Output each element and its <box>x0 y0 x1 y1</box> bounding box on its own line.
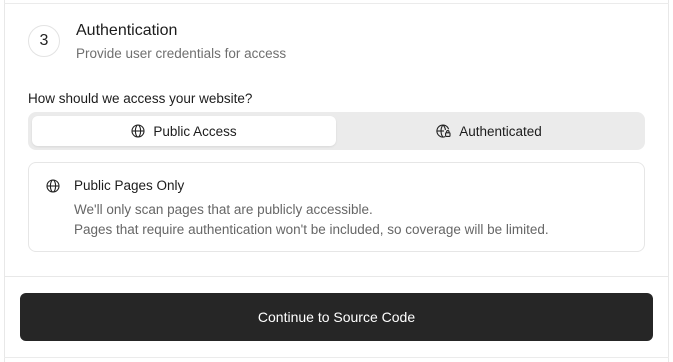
step-title: Authentication <box>76 22 178 39</box>
authenticated-option[interactable]: Authenticated <box>337 116 641 146</box>
step-number-badge: 3 <box>28 25 60 57</box>
access-mode-toggle: Public Access Authenticated <box>28 112 645 150</box>
continue-button[interactable]: Continue to Source Code <box>20 293 653 341</box>
globe-lock-icon <box>436 124 451 138</box>
authenticated-label: Authenticated <box>459 123 542 139</box>
top-divider <box>4 3 669 4</box>
globe-icon <box>131 124 145 138</box>
section-divider <box>4 276 669 277</box>
step-subtitle: Provide user credentials for access <box>76 46 287 61</box>
public-access-option[interactable]: Public Access <box>32 116 336 146</box>
info-description-line-1: We'll only scan pages that are publicly … <box>74 202 373 217</box>
bottom-divider <box>4 357 669 358</box>
public-pages-info-card: Public Pages Only We'll only scan pages … <box>28 162 645 252</box>
step-number: 3 <box>39 32 49 49</box>
public-access-label: Public Access <box>153 123 237 139</box>
info-title: Public Pages Only <box>74 178 185 193</box>
access-question: How should we access your website? <box>28 91 253 106</box>
globe-icon <box>46 179 60 198</box>
info-description-line-2: Pages that require authentication won't … <box>74 222 549 237</box>
